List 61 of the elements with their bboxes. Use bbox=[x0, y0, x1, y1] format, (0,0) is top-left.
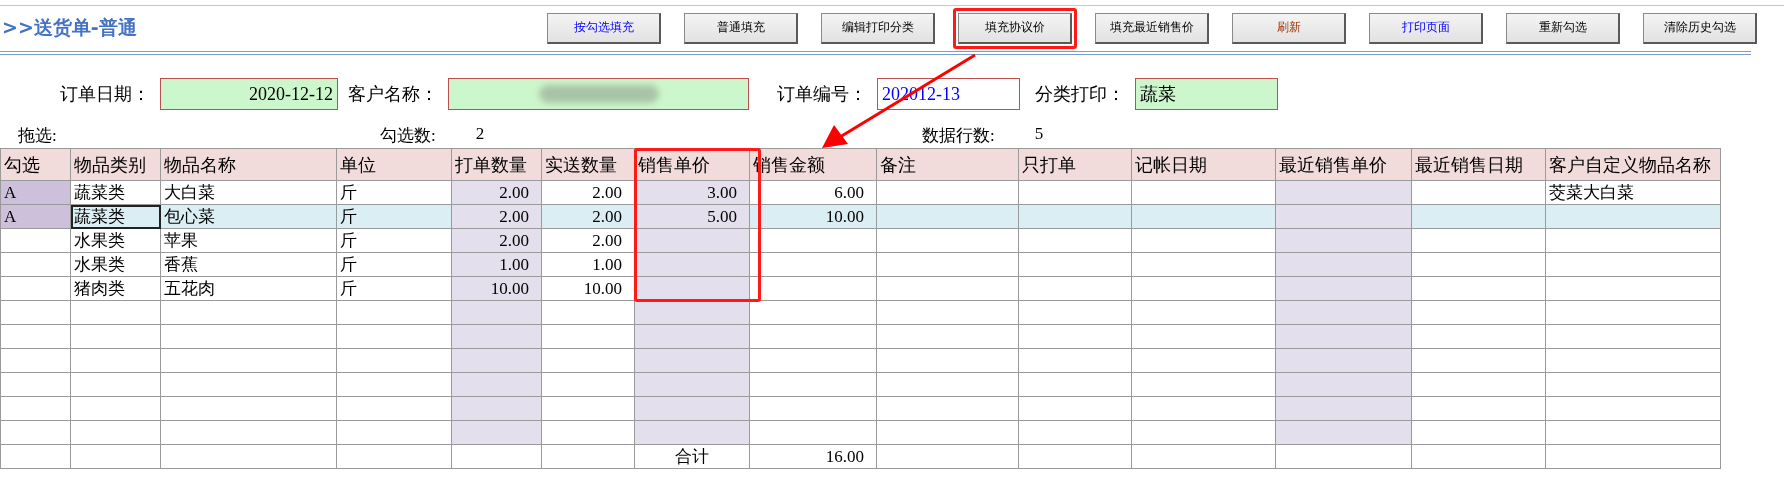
table-cell: 大白菜 bbox=[160, 180, 337, 205]
table-cell: 斤 bbox=[336, 276, 452, 301]
table-cell: 蔬菜类 bbox=[70, 180, 161, 205]
table-cell: 斤 bbox=[336, 204, 452, 229]
field-label: 分类打印： bbox=[1035, 83, 1125, 106]
table-cell: 水果类 bbox=[70, 228, 161, 253]
summary-label: 拖选: bbox=[18, 125, 57, 147]
table-cell: A bbox=[0, 204, 71, 229]
column-header: 客户自定义物品名称 bbox=[1545, 148, 1721, 181]
table-cell: A bbox=[0, 180, 71, 205]
table-cell: 猪肉类 bbox=[70, 276, 161, 301]
input-field[interactable] bbox=[448, 78, 749, 110]
table-cell: 斤 bbox=[336, 228, 452, 253]
total-value: 16.00 bbox=[749, 444, 877, 469]
table-cell: 水果类 bbox=[70, 252, 161, 277]
table-cell: 斤 bbox=[336, 180, 452, 205]
table-cell: 10.00 bbox=[451, 276, 542, 301]
column-header: 最近销售单价 bbox=[1275, 148, 1412, 181]
summary-label: 勾选数: bbox=[380, 125, 436, 147]
column-header: 实送数量 bbox=[541, 148, 635, 181]
summary-label: 数据行数: bbox=[922, 125, 995, 147]
table-cell: 茭菜大白菜 bbox=[1545, 180, 1721, 205]
toolbar-button[interactable]: 编辑打印分类 bbox=[821, 12, 935, 44]
table-cell: 6.00 bbox=[749, 180, 877, 205]
table-cell: 蔬菜类 bbox=[70, 204, 161, 229]
column-header: 单位 bbox=[336, 148, 452, 181]
total-label: 合计 bbox=[634, 444, 750, 469]
field-label: 订单编号： bbox=[777, 83, 867, 106]
toolbar-button[interactable]: 填充协议价 bbox=[958, 12, 1072, 44]
column-header: 物品名称 bbox=[160, 148, 337, 181]
field-label: 订单日期： bbox=[60, 83, 150, 106]
field-label: 客户名称： bbox=[348, 83, 438, 106]
table-cell: 香蕉 bbox=[160, 252, 337, 277]
toolbar-button[interactable]: 普通填充 bbox=[684, 12, 798, 44]
table-cell: 斤 bbox=[336, 252, 452, 277]
table-cell: 五花肉 bbox=[160, 276, 337, 301]
summary-value: 5 bbox=[1034, 124, 1044, 145]
toolbar-button[interactable]: 填充最近销售价 bbox=[1095, 12, 1209, 44]
input-field[interactable]: 2020-12-12 bbox=[160, 78, 338, 110]
table-cell: 2.00 bbox=[451, 228, 542, 253]
input-field[interactable]: 蔬菜 bbox=[1135, 78, 1278, 110]
summary-value: 2 bbox=[475, 124, 485, 145]
column-header: 只打单 bbox=[1018, 148, 1132, 181]
toolbar-button[interactable]: 清除历史勾选 bbox=[1643, 12, 1757, 44]
toolbar-button[interactable]: 重新勾选 bbox=[1506, 12, 1620, 44]
column-header: 最近销售日期 bbox=[1411, 148, 1546, 181]
toolbar-button[interactable]: 按勾选填充 bbox=[547, 12, 661, 44]
column-header: 记帐日期 bbox=[1131, 148, 1276, 181]
sheet-title: >>送货单-普通 bbox=[2, 15, 138, 40]
column-header: 打单数量 bbox=[451, 148, 542, 181]
toolbar-button[interactable]: 打印页面 bbox=[1369, 12, 1483, 44]
table-cell: 2.00 bbox=[541, 204, 635, 229]
table-cell: 2.00 bbox=[451, 204, 542, 229]
table-cell: 1.00 bbox=[451, 252, 542, 277]
column-header: 备注 bbox=[876, 148, 1019, 181]
column-header: 物品类别 bbox=[70, 148, 161, 181]
toolbar-button[interactable]: 刷新 bbox=[1232, 12, 1346, 44]
table-cell: 2.00 bbox=[451, 180, 542, 205]
table-cell: 包心菜 bbox=[160, 204, 337, 229]
column-header: 勾选 bbox=[0, 148, 71, 181]
table-cell: 苹果 bbox=[160, 228, 337, 253]
